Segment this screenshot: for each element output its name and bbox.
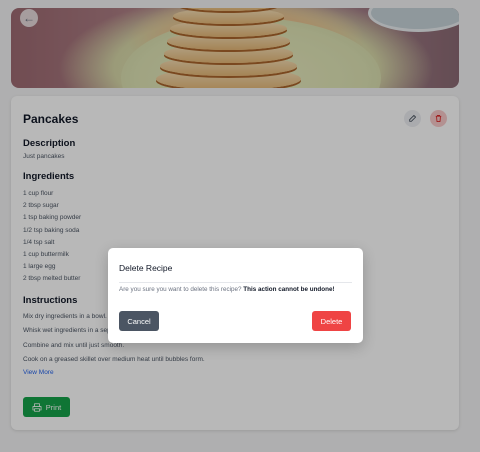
- dialog-divider: [119, 282, 352, 283]
- dialog-message: Are you sure you want to delete this rec…: [119, 285, 344, 295]
- dialog-warning-text: This action cannot be undone!: [243, 286, 335, 293]
- dialog-message-text: Are you sure you want to delete this rec…: [119, 286, 242, 293]
- cancel-button[interactable]: Cancel: [119, 311, 159, 331]
- dialog-title: Delete Recipe: [119, 263, 173, 273]
- modal-backdrop[interactable]: [0, 0, 480, 452]
- confirm-delete-button[interactable]: Delete: [312, 311, 351, 331]
- delete-confirmation-dialog: Delete Recipe Are you sure you want to d…: [108, 248, 363, 343]
